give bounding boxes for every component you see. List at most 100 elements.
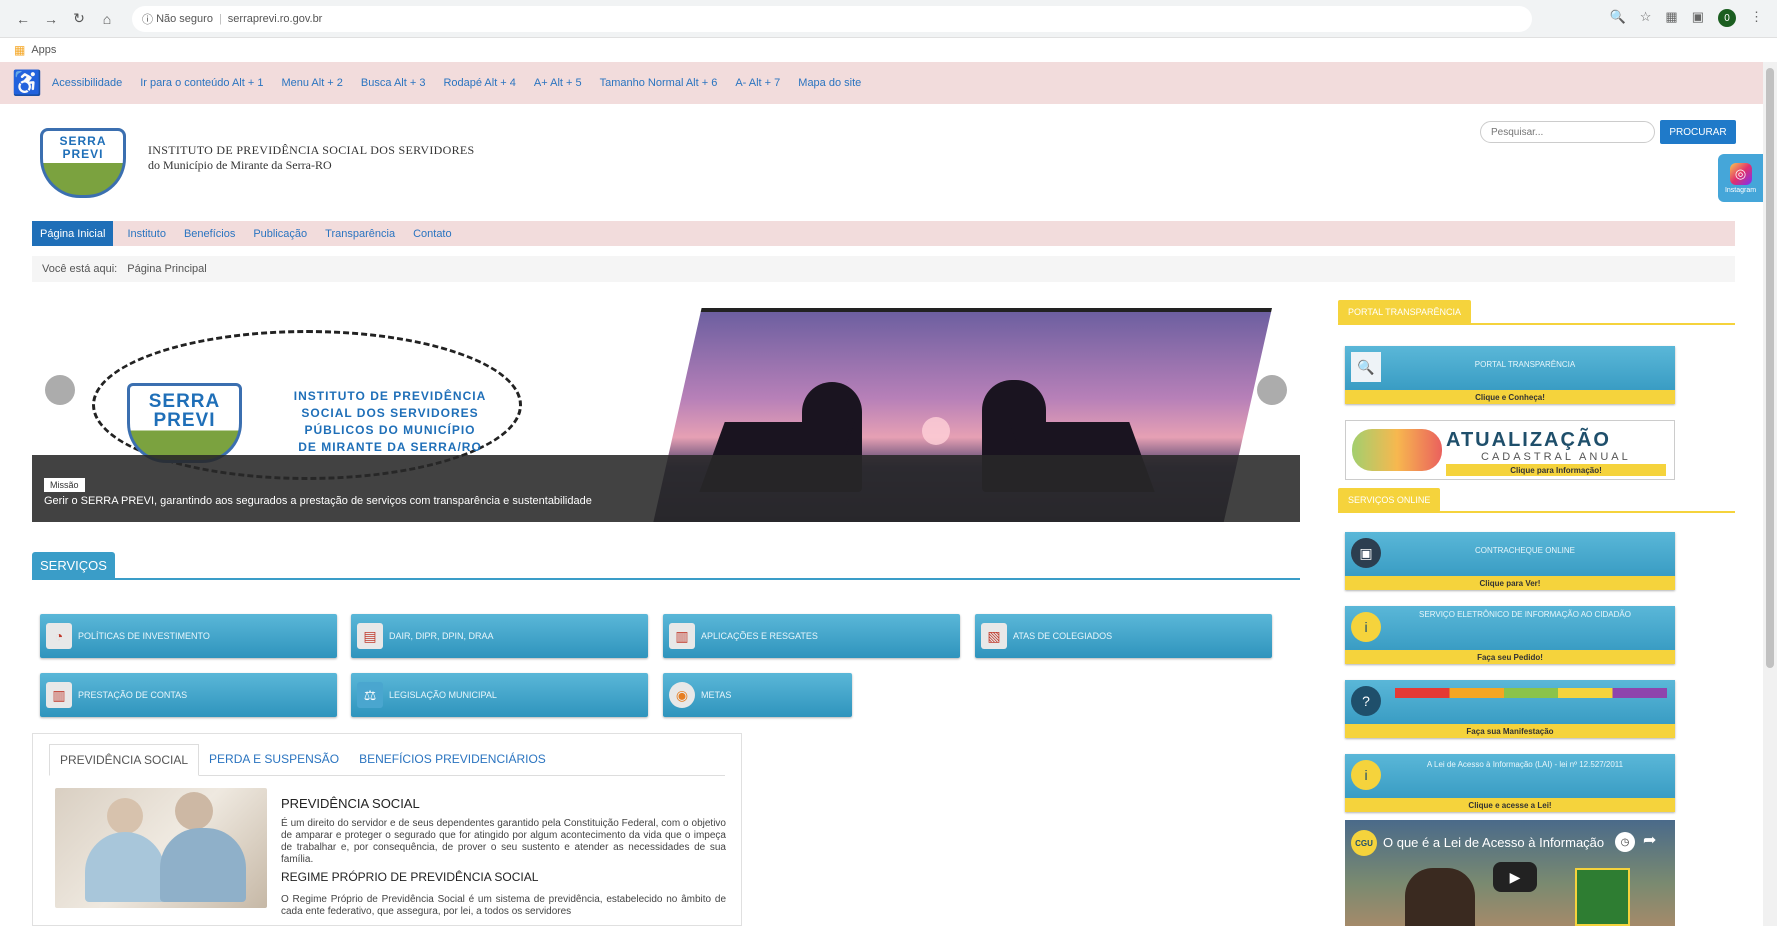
- card-cta: Clique e acesse a Lei!: [1345, 798, 1675, 812]
- question-icon: ?: [1351, 686, 1381, 716]
- zoom-icon[interactable]: 🔍: [1610, 9, 1626, 27]
- apps-link[interactable]: Apps: [31, 44, 56, 56]
- nav-item-instituto[interactable]: Instituto: [127, 221, 166, 246]
- card-title: PORTAL TRANSPARÊNCIA: [1474, 360, 1576, 369]
- breadcrumb: Você está aqui: Página Principal: [32, 256, 1735, 282]
- video-card-graphic: [1575, 868, 1630, 926]
- gavel-icon: ⚖: [357, 682, 383, 708]
- profile-avatar[interactable]: 0: [1718, 9, 1736, 27]
- sidebar-tag-transparencia: PORTAL TRANSPARÊNCIA: [1338, 300, 1472, 324]
- service-atas-colegiados[interactable]: ▧ Atas de Colegiados: [975, 614, 1272, 658]
- acc-link-font-increase[interactable]: A+ Alt + 5: [534, 77, 582, 89]
- slide-text-line: PÚBLICOS DO MUNICÍPIO: [304, 423, 476, 437]
- card-cta: Faça seu Pedido!: [1345, 650, 1675, 664]
- home-icon[interactable]: ⌂: [96, 8, 118, 30]
- service-dair-dipr[interactable]: ▤ DAIR, DIPR, DPIN, DRAA: [351, 614, 648, 658]
- slide-institute-text: INSTITUTO DE PREVIDÊNCIA SOCIAL DOS SERV…: [250, 388, 530, 456]
- instagram-label: Instagram: [1724, 186, 1757, 194]
- nav-item-transparencia[interactable]: Transparência: [325, 221, 395, 246]
- nav-item-contato[interactable]: Contato: [413, 221, 452, 246]
- address-bar[interactable]: ⓘ Não seguro | serraprevi.ro.gov.br: [132, 5, 1532, 32]
- info-tabs-panel: PREVIDÊNCIA SOCIAL PERDA E SUSPENSÃO BEN…: [32, 733, 742, 926]
- service-politicas-investimento[interactable]: ◔ Políticas de Investimento: [40, 614, 337, 658]
- acc-link-menu[interactable]: Menu Alt + 2: [281, 77, 342, 89]
- security-label: Não seguro: [156, 12, 213, 25]
- extension-icon-2[interactable]: ▣: [1692, 9, 1704, 27]
- wheelchair-icon: ♿: [12, 69, 42, 97]
- acc-link-acessibilidade[interactable]: Acessibilidade: [52, 77, 122, 89]
- atualizacao-graphic: [1352, 429, 1442, 471]
- instagram-icon: ◎: [1729, 162, 1752, 185]
- slide-text-line: SOCIAL DOS SERVIDORES: [301, 406, 479, 420]
- atualizacao-cadastral-banner[interactable]: ATUALIZAÇÃO CADASTRAL ANUAL Clique para …: [1345, 420, 1675, 480]
- tab-previdencia-social[interactable]: PREVIDÊNCIA SOCIAL: [49, 744, 200, 776]
- extension-icon[interactable]: ▦: [1665, 9, 1677, 27]
- breadcrumb-label: Você está aqui:: [42, 263, 118, 275]
- contracheque-card[interactable]: ▣ CONTRACHEQUE ONLINE Clique para Ver!: [1345, 532, 1675, 590]
- menu-icon[interactable]: ⋮: [1750, 9, 1763, 27]
- service-aplicacoes-resgates[interactable]: ▥ Aplicações e Resgates: [663, 614, 960, 658]
- clock-icon[interactable]: ◷: [1615, 832, 1635, 852]
- star-icon[interactable]: ☆: [1640, 9, 1652, 27]
- portal-transparencia-card[interactable]: 🔍 PORTAL TRANSPARÊNCIA Clique e Conheça!: [1345, 346, 1675, 404]
- tab-perda-suspensao[interactable]: PERDA E SUSPENSÃO: [199, 744, 349, 775]
- service-label: Aplicações e Resgates: [701, 631, 818, 641]
- slider-prev-button[interactable]: [45, 375, 75, 405]
- esic-card[interactable]: i SERVIÇO ELETRÔNICO DE INFORMAÇÃO AO CI…: [1345, 606, 1675, 664]
- services-heading: SERVIÇOS: [32, 552, 115, 578]
- sunset-sun: [922, 417, 950, 445]
- search-button[interactable]: PROCURAR: [1660, 120, 1736, 144]
- photo-body-right: [160, 828, 246, 902]
- lai-video-embed[interactable]: CGU O que é a Lei de Acesso à Informação…: [1345, 820, 1675, 926]
- service-label: Atas de Colegiados: [1013, 631, 1113, 641]
- elderly-couple-photo: [55, 788, 267, 908]
- tab-beneficios[interactable]: BENEFÍCIOS PREVIDENCIÁRIOS: [349, 744, 556, 775]
- service-legislacao-municipal[interactable]: ⚖ Legislação Municipal: [351, 673, 648, 717]
- photo-person-left: [107, 798, 143, 834]
- bar-chart-icon: ▥: [669, 623, 695, 649]
- tab-bar: PREVIDÊNCIA SOCIAL PERDA E SUSPENSÃO BEN…: [49, 744, 725, 776]
- slider-next-button[interactable]: [1257, 375, 1287, 405]
- card-cta: Clique para Ver!: [1345, 576, 1675, 590]
- reload-icon[interactable]: ↻: [68, 8, 90, 30]
- card-title: A Lei de Acesso à Informação (LAI) - lei…: [1426, 760, 1624, 769]
- service-prestacao-contas[interactable]: ▥ Prestação de Contas: [40, 673, 337, 717]
- search-input[interactable]: [1480, 121, 1655, 143]
- forward-icon[interactable]: →: [40, 8, 62, 30]
- nav-item-home[interactable]: Página Inicial: [32, 221, 114, 246]
- page-scrollbar[interactable]: [1763, 62, 1777, 926]
- instagram-button[interactable]: ◎ Instagram: [1718, 154, 1763, 202]
- play-button-icon[interactable]: ▶: [1493, 862, 1537, 892]
- caption-text: Gerir o SERRA PREVI, garantindo aos segu…: [44, 495, 592, 507]
- logo-line2: PREVI: [62, 147, 104, 161]
- cgu-logo-icon: CGU: [1351, 830, 1377, 856]
- lai-card[interactable]: i A Lei de Acesso à Informação (LAI) - l…: [1345, 754, 1675, 812]
- video-presenter: [1405, 868, 1475, 926]
- back-icon[interactable]: ←: [12, 8, 34, 30]
- ouvidoria-card[interactable]: ? Faça sua Manifestação: [1345, 680, 1675, 738]
- nav-item-beneficios[interactable]: Benefícios: [184, 221, 235, 246]
- acc-link-conteudo[interactable]: Ir para o conteúdo Alt + 1: [140, 77, 263, 89]
- magnifier-icon: 🔍: [1351, 352, 1381, 382]
- share-icon[interactable]: ➦: [1643, 830, 1656, 850]
- report-icon: ▤: [357, 623, 383, 649]
- acc-link-font-normal[interactable]: Tamanho Normal Alt + 6: [600, 77, 718, 89]
- apps-icon[interactable]: ▦: [14, 43, 25, 57]
- slide-logo-badge: SERRA PREVI: [127, 383, 242, 463]
- site-logo[interactable]: SERRA PREVI: [40, 128, 126, 198]
- main-navigation: Página Inicial Instituto Benefícios Publ…: [32, 221, 1735, 246]
- nav-item-publicacao[interactable]: Publicação: [253, 221, 307, 246]
- service-metas[interactable]: ◉ Metas: [663, 673, 852, 717]
- document-icon: ▧: [981, 623, 1007, 649]
- video-title[interactable]: O que é a Lei de Acesso à Informação: [1383, 835, 1604, 850]
- acc-link-sitemap[interactable]: Mapa do site: [798, 77, 861, 89]
- acc-link-rodape[interactable]: Rodapé Alt + 4: [443, 77, 515, 89]
- acc-link-font-decrease[interactable]: A- Alt + 7: [735, 77, 780, 89]
- hero-slider[interactable]: SERRA PREVI INSTITUTO DE PREVIDÊNCIA SOC…: [32, 300, 1300, 522]
- pie-chart-icon: ◔: [46, 623, 72, 649]
- service-label: Políticas de Investimento: [78, 631, 210, 641]
- acc-link-busca[interactable]: Busca Alt + 3: [361, 77, 426, 89]
- slide-badge-line2: PREVI: [153, 410, 216, 431]
- service-label: Legislação Municipal: [389, 690, 497, 700]
- scroll-thumb[interactable]: [1766, 68, 1774, 668]
